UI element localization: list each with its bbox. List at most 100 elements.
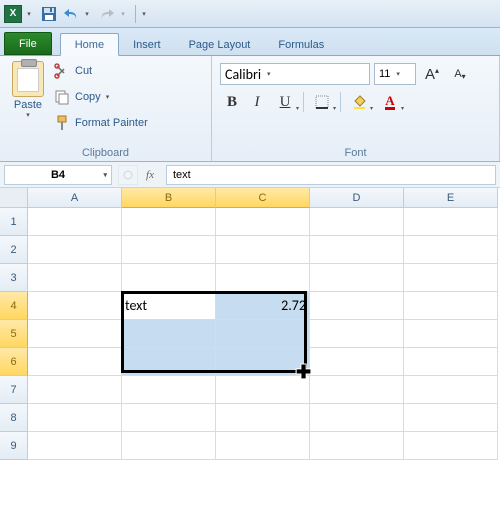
cell-C4[interactable]: 2.72: [216, 292, 310, 320]
cell-C9[interactable]: [216, 432, 310, 460]
cell-D9[interactable]: [310, 432, 404, 460]
cell-E4[interactable]: [404, 292, 498, 320]
cell-E8[interactable]: [404, 404, 498, 432]
cell-C8[interactable]: [216, 404, 310, 432]
cell-B3[interactable]: [122, 264, 216, 292]
tab-insert[interactable]: Insert: [119, 34, 175, 55]
cell-B2[interactable]: [122, 236, 216, 264]
row-header-9[interactable]: 9: [0, 432, 28, 460]
cut-label: Cut: [75, 65, 92, 77]
cell-D7[interactable]: [310, 376, 404, 404]
select-all-corner[interactable]: [0, 188, 28, 208]
cell-B8[interactable]: [122, 404, 216, 432]
paste-button[interactable]: Paste ▾: [6, 59, 50, 145]
decrease-font-size-button[interactable]: A▾: [448, 63, 472, 85]
cell-B6[interactable]: [122, 348, 216, 376]
font-size-selector[interactable]: 11 ▾: [374, 63, 416, 85]
copy-dropdown-icon[interactable]: ▾: [106, 93, 110, 101]
increase-font-size-button[interactable]: A▴: [420, 63, 444, 85]
tab-formulas[interactable]: Formulas: [264, 34, 338, 55]
column-header-C[interactable]: C: [216, 188, 310, 208]
cell-E6[interactable]: [404, 348, 498, 376]
row-header-8[interactable]: 8: [0, 404, 28, 432]
spreadsheet-grid[interactable]: ABCDE 123456789 text2.72 ✚: [0, 188, 500, 488]
borders-button[interactable]: ▾: [307, 91, 337, 113]
font-name-selector[interactable]: Calibri ▾: [220, 63, 370, 85]
row-header-3[interactable]: 3: [0, 264, 28, 292]
cell-E3[interactable]: [404, 264, 498, 292]
customize-qat-dropdown[interactable]: ▾: [139, 10, 149, 18]
cell-C1[interactable]: [216, 208, 310, 236]
redo-icon[interactable]: [97, 4, 117, 24]
group-clipboard: Paste ▾ Cut Copy ▾: [0, 56, 212, 161]
underline-button[interactable]: U▾: [270, 91, 300, 113]
row-header-7[interactable]: 7: [0, 376, 28, 404]
cancel-icon: [118, 165, 138, 185]
cell-A5[interactable]: [28, 320, 122, 348]
cell-C3[interactable]: [216, 264, 310, 292]
cell-E7[interactable]: [404, 376, 498, 404]
excel-app-icon[interactable]: X: [4, 5, 22, 23]
cell-D6[interactable]: [310, 348, 404, 376]
bold-button[interactable]: B: [220, 91, 244, 113]
copy-button[interactable]: Copy ▾: [54, 87, 148, 107]
formula-input[interactable]: text: [166, 165, 496, 185]
chevron-down-icon[interactable]: ▾: [103, 171, 107, 179]
undo-icon[interactable]: [61, 4, 81, 24]
cell-C2[interactable]: [216, 236, 310, 264]
tab-home[interactable]: Home: [60, 33, 119, 56]
cell-A2[interactable]: [28, 236, 122, 264]
format-painter-button[interactable]: Format Painter: [54, 113, 148, 133]
name-box[interactable]: B4 ▾: [4, 165, 112, 185]
cell-A1[interactable]: [28, 208, 122, 236]
font-color-button[interactable]: A ▾: [375, 91, 405, 113]
cell-A8[interactable]: [28, 404, 122, 432]
cell-B5[interactable]: [122, 320, 216, 348]
group-font: Calibri ▾ 11 ▾ A▴ A▾ B I U▾ ▾: [212, 56, 500, 161]
column-header-E[interactable]: E: [404, 188, 498, 208]
paste-dropdown-icon[interactable]: ▾: [26, 111, 30, 119]
copy-icon: [54, 89, 70, 105]
cell-B4[interactable]: text: [122, 292, 216, 320]
formula-bar: B4 ▾ fx text: [0, 162, 500, 188]
row-header-6[interactable]: 6: [0, 348, 28, 376]
cell-D8[interactable]: [310, 404, 404, 432]
italic-button[interactable]: I: [245, 91, 269, 113]
cell-A4[interactable]: [28, 292, 122, 320]
undo-dropdown[interactable]: ▾: [82, 10, 92, 18]
cell-E9[interactable]: [404, 432, 498, 460]
cell-A6[interactable]: [28, 348, 122, 376]
column-header-A[interactable]: A: [28, 188, 122, 208]
cell-E5[interactable]: [404, 320, 498, 348]
tab-page-layout[interactable]: Page Layout: [175, 34, 265, 55]
app-menu-dropdown[interactable]: ▾: [24, 10, 34, 18]
redo-dropdown[interactable]: ▾: [118, 10, 128, 18]
row-header-5[interactable]: 5: [0, 320, 28, 348]
cell-A3[interactable]: [28, 264, 122, 292]
cell-E2[interactable]: [404, 236, 498, 264]
tab-file[interactable]: File: [4, 32, 52, 55]
fx-icon[interactable]: fx: [138, 169, 162, 181]
cell-D1[interactable]: [310, 208, 404, 236]
fill-color-button[interactable]: ▾: [344, 91, 374, 113]
row-header-4[interactable]: 4: [0, 292, 28, 320]
cell-B1[interactable]: [122, 208, 216, 236]
cell-D5[interactable]: [310, 320, 404, 348]
row-header-2[interactable]: 2: [0, 236, 28, 264]
column-header-B[interactable]: B: [122, 188, 216, 208]
cell-D2[interactable]: [310, 236, 404, 264]
cell-A9[interactable]: [28, 432, 122, 460]
cell-D4[interactable]: [310, 292, 404, 320]
cell-A7[interactable]: [28, 376, 122, 404]
cell-B9[interactable]: [122, 432, 216, 460]
cut-button[interactable]: Cut: [54, 61, 148, 81]
save-icon[interactable]: [39, 4, 59, 24]
cell-D3[interactable]: [310, 264, 404, 292]
fill-cursor-icon: ✚: [296, 362, 311, 383]
column-header-D[interactable]: D: [310, 188, 404, 208]
cell-B7[interactable]: [122, 376, 216, 404]
row-header-1[interactable]: 1: [0, 208, 28, 236]
formula-value: text: [173, 169, 191, 181]
cell-C5[interactable]: [216, 320, 310, 348]
cell-E1[interactable]: [404, 208, 498, 236]
